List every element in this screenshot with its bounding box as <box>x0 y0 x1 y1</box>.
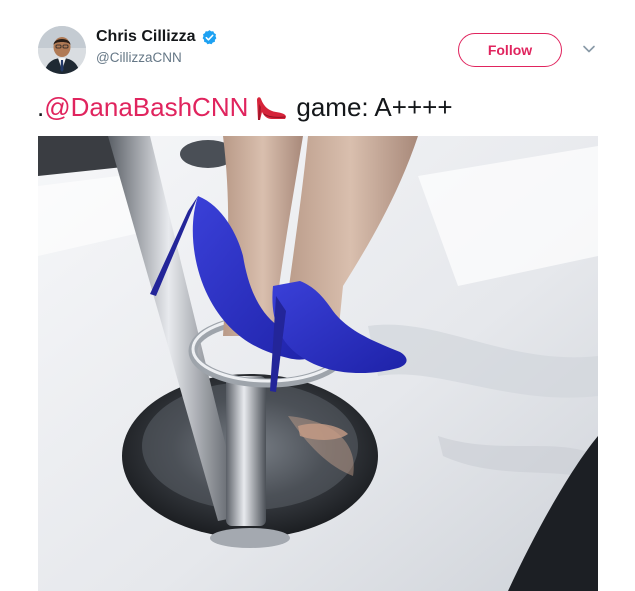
mention-link[interactable]: @DanaBashCNN <box>44 92 248 123</box>
verified-badge-icon <box>201 29 218 46</box>
author-name[interactable]: Chris Cillizza <box>96 28 196 46</box>
tweet-text-prefix: . <box>37 92 45 122</box>
chevron-down-icon[interactable] <box>580 42 598 56</box>
photo-image <box>38 136 598 591</box>
author-handle[interactable]: @CillizzaCNN <box>96 50 218 65</box>
tweet-text-suffix: game: A++++ <box>296 92 453 122</box>
author-block[interactable]: Chris Cillizza @CillizzaCNN <box>96 28 218 65</box>
tweet-text: . @DanaBashCNN game: A++++ <box>37 92 453 123</box>
high-heel-shoe-icon <box>254 94 288 122</box>
author-avatar[interactable] <box>38 26 86 74</box>
author-name-row: Chris Cillizza <box>96 28 218 46</box>
tweet-photo[interactable] <box>38 136 598 591</box>
avatar-image <box>38 26 86 74</box>
follow-button[interactable]: Follow <box>458 33 562 67</box>
